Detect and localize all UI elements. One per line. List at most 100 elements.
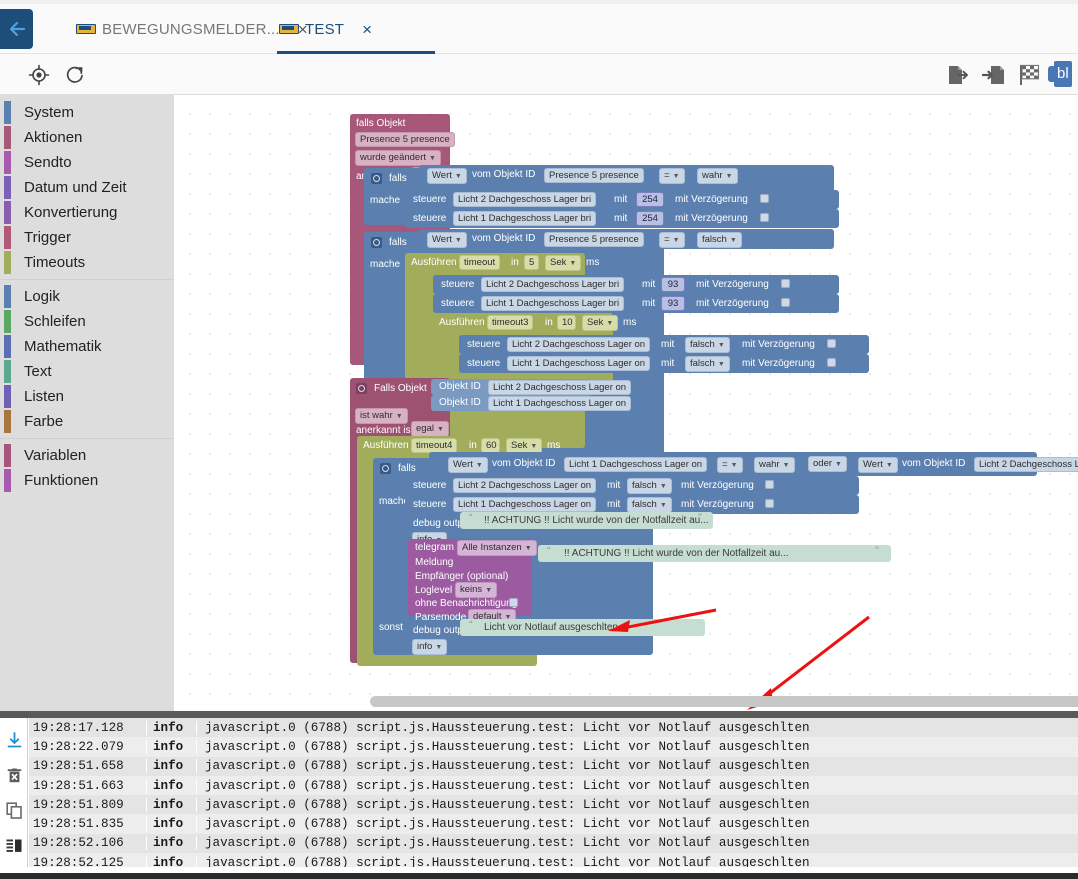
gear-icon[interactable] <box>356 383 367 394</box>
tab-test[interactable]: TEST × <box>277 4 435 54</box>
log-row[interactable]: 19:28:22.079 info javascript.0 (6788) sc… <box>29 737 1078 756</box>
log-row[interactable]: 19:28:51.809 info javascript.0 (6788) sc… <box>29 795 1078 814</box>
field-boolean[interactable]: falsch▼ <box>627 478 672 494</box>
field-object-id[interactable]: Licht 1 Dachgeschoss Lager on <box>488 396 631 411</box>
delete-icon[interactable] <box>4 765 25 786</box>
gear-icon[interactable] <box>371 237 382 248</box>
download-icon[interactable] <box>4 730 25 751</box>
field-trigger-mode[interactable]: wurde geändert▼ <box>355 150 441 166</box>
reload-icon[interactable] <box>62 62 88 88</box>
log-row[interactable]: 19:28:17.128 info javascript.0 (6788) sc… <box>29 718 1078 737</box>
block-control-licht2-bri-93[interactable]: steuere Licht 2 Dachgeschoss Lager bri m… <box>433 275 839 294</box>
field-boolean[interactable]: wahr▼ <box>697 168 738 184</box>
sidebar-item-system[interactable]: System <box>0 100 174 125</box>
field-object-id[interactable]: Licht 2 Dachgeschoss Lager on <box>974 457 1078 472</box>
field-boolean[interactable]: falsch▼ <box>685 337 730 353</box>
field-operator[interactable]: =▼ <box>717 457 743 473</box>
field-boolean[interactable]: falsch▼ <box>697 232 742 248</box>
center-target-icon[interactable] <box>26 62 52 88</box>
field-object-id[interactable]: Licht 1 Dachgeschoss Lager on <box>453 497 596 512</box>
field-timeout-name[interactable]: timeout4 <box>411 438 457 453</box>
field-boolean[interactable]: wahr▼ <box>754 457 795 473</box>
tab-close-icon[interactable]: × <box>362 21 372 38</box>
field-loglevel[interactable]: keins▼ <box>455 582 497 598</box>
text-value[interactable]: Licht vor Notlauf ausgeschlten <box>484 622 618 634</box>
field-object-id[interactable]: Licht 2 Dachgeschoss Lager on <box>488 380 631 395</box>
field-operator[interactable]: =▼ <box>659 232 685 248</box>
log-table[interactable]: 19:28:17.128 info javascript.0 (6788) sc… <box>29 718 1078 873</box>
field-object-id[interactable]: Licht 2 Dachgeschoss Lager on <box>453 478 596 493</box>
field-loglevel[interactable]: info▼ <box>412 639 447 655</box>
gear-icon[interactable] <box>380 463 391 474</box>
category-sidebar[interactable]: System Aktionen Sendto Datum und Zeit Ko… <box>0 95 174 711</box>
field-object-id[interactable]: Licht 1 Dachgeschoss Lager on <box>564 457 707 472</box>
block-control-licht1-on-falsch-a[interactable]: steuere Licht 1 Dachgeschoss Lager on mi… <box>459 354 869 373</box>
list-view-icon[interactable] <box>4 835 25 856</box>
log-row[interactable]: 19:28:52.106 info javascript.0 (6788) sc… <box>29 834 1078 853</box>
field-object-id[interactable]: Licht 1 Dachgeschoss Lager on <box>507 356 650 371</box>
copy-icon[interactable] <box>4 800 25 821</box>
export-blocks-icon[interactable] <box>944 62 970 88</box>
field-acknowledged[interactable]: egal▼ <box>411 421 449 437</box>
delay-checkbox[interactable] <box>765 480 774 489</box>
gear-icon[interactable] <box>371 173 382 184</box>
block-compare-presence-true[interactable]: Wert▼ vom Objekt ID Presence 5 presence … <box>419 165 834 185</box>
block-control-licht2-on-falsch-b[interactable]: steuere Licht 2 Dachgeschoss Lager on mi… <box>405 476 859 495</box>
sidebar-item-schleifen[interactable]: Schleifen <box>0 309 174 334</box>
field-timeout-name[interactable]: timeout <box>459 255 500 270</box>
import-blocks-icon[interactable] <box>981 62 1007 88</box>
sidebar-item-trigger[interactable]: Trigger <box>0 225 174 250</box>
field-timeout-unit[interactable]: Sek▼ <box>545 255 581 271</box>
log-panel-resize-handle[interactable] <box>0 711 1078 718</box>
sidebar-item-text[interactable]: Text <box>0 359 174 384</box>
field-number[interactable]: 254 <box>636 192 664 207</box>
sidebar-item-aktionen[interactable]: Aktionen <box>0 125 174 150</box>
sidebar-item-timeouts[interactable]: Timeouts <box>0 250 174 275</box>
field-boolean[interactable]: falsch▼ <box>627 497 672 513</box>
block-control-licht2-on-falsch-a[interactable]: steuere Licht 2 Dachgeschoss Lager on mi… <box>459 335 869 354</box>
field-number[interactable]: 93 <box>661 296 685 311</box>
block-objekt-id-licht2-on[interactable]: Objekt ID Licht 2 Dachgeschoss Lager on <box>431 379 591 395</box>
block-text-achtung-2[interactable]: “ !! ACHTUNG !! Licht wurde von der Notf… <box>538 545 891 562</box>
block-text-licht-vor-notlauf[interactable]: “ Licht vor Notlauf ausgeschlten ” <box>460 619 705 636</box>
field-object-id[interactable]: Licht 2 Dachgeschoss Lager on <box>507 337 650 352</box>
silent-checkbox[interactable] <box>509 598 518 607</box>
delay-checkbox[interactable] <box>760 194 769 203</box>
block-objekt-id-licht1-on[interactable]: Objekt ID Licht 1 Dachgeschoss Lager on <box>431 395 591 411</box>
delay-checkbox[interactable] <box>781 298 790 307</box>
text-value[interactable]: !! ACHTUNG !! Licht wurde von der Notfal… <box>484 515 709 527</box>
field-object-id[interactable]: Presence 5 presence <box>355 132 455 147</box>
block-control-licht2-bri-254[interactable]: steuere Licht 2 Dachgeschoss Lager bri m… <box>405 190 839 209</box>
field-object-id[interactable]: Licht 1 Dachgeschoss Lager bri <box>453 211 596 226</box>
field-value-selector[interactable]: Wert▼ <box>427 232 467 248</box>
tab-bewegungsmelder[interactable]: BEWEGUNGSMELDER... × <box>74 4 308 54</box>
back-button[interactable] <box>0 9 33 49</box>
block-text-achtung-1[interactable]: “ !! ACHTUNG !! Licht wurde von der Notf… <box>460 512 713 529</box>
sidebar-item-logik[interactable]: Logik <box>0 284 174 309</box>
field-boolean[interactable]: falsch▼ <box>685 356 730 372</box>
delay-checkbox[interactable] <box>760 213 769 222</box>
field-instance[interactable]: Alle Instanzen▼ <box>457 540 537 556</box>
log-row[interactable]: 19:28:51.658 info javascript.0 (6788) sc… <box>29 757 1078 776</box>
field-object-id[interactable]: Licht 2 Dachgeschoss Lager bri <box>453 192 596 207</box>
blockly-workspace[interactable]: falls Objekt Presence 5 presence wurde g… <box>174 95 1078 711</box>
sidebar-item-konvertierung[interactable]: Konvertierung <box>0 200 174 225</box>
delay-checkbox[interactable] <box>781 279 790 288</box>
block-compare-presence-false[interactable]: Wert▼ vom Objekt ID Presence 5 presence … <box>419 229 834 249</box>
block-control-licht1-bri-93[interactable]: steuere Licht 1 Dachgeschoss Lager bri m… <box>433 294 839 313</box>
block-telegram-sendto[interactable]: telegram Alle Instanzen▼ Meldung Empfäng… <box>408 539 532 616</box>
sidebar-item-variablen[interactable]: Variablen <box>0 443 174 468</box>
sidebar-item-listen[interactable]: Listen <box>0 384 174 409</box>
delay-checkbox[interactable] <box>765 499 774 508</box>
sidebar-item-farbe[interactable]: Farbe <box>0 409 174 434</box>
log-row[interactable]: 19:28:51.835 info javascript.0 (6788) sc… <box>29 814 1078 833</box>
field-timeout-value[interactable]: 5 <box>524 255 539 270</box>
field-timeout-value[interactable]: 10 <box>557 315 576 330</box>
sidebar-item-funktionen[interactable]: Funktionen <box>0 468 174 493</box>
field-logic-operator[interactable]: oder▼ <box>808 456 847 472</box>
field-timeout-value[interactable]: 60 <box>481 438 500 453</box>
field-object-id[interactable]: Licht 2 Dachgeschoss Lager bri <box>481 277 624 292</box>
sidebar-item-sendto[interactable]: Sendto <box>0 150 174 175</box>
field-timeout-name[interactable]: timeout3 <box>487 315 533 330</box>
field-value-selector[interactable]: Wert▼ <box>858 457 898 473</box>
